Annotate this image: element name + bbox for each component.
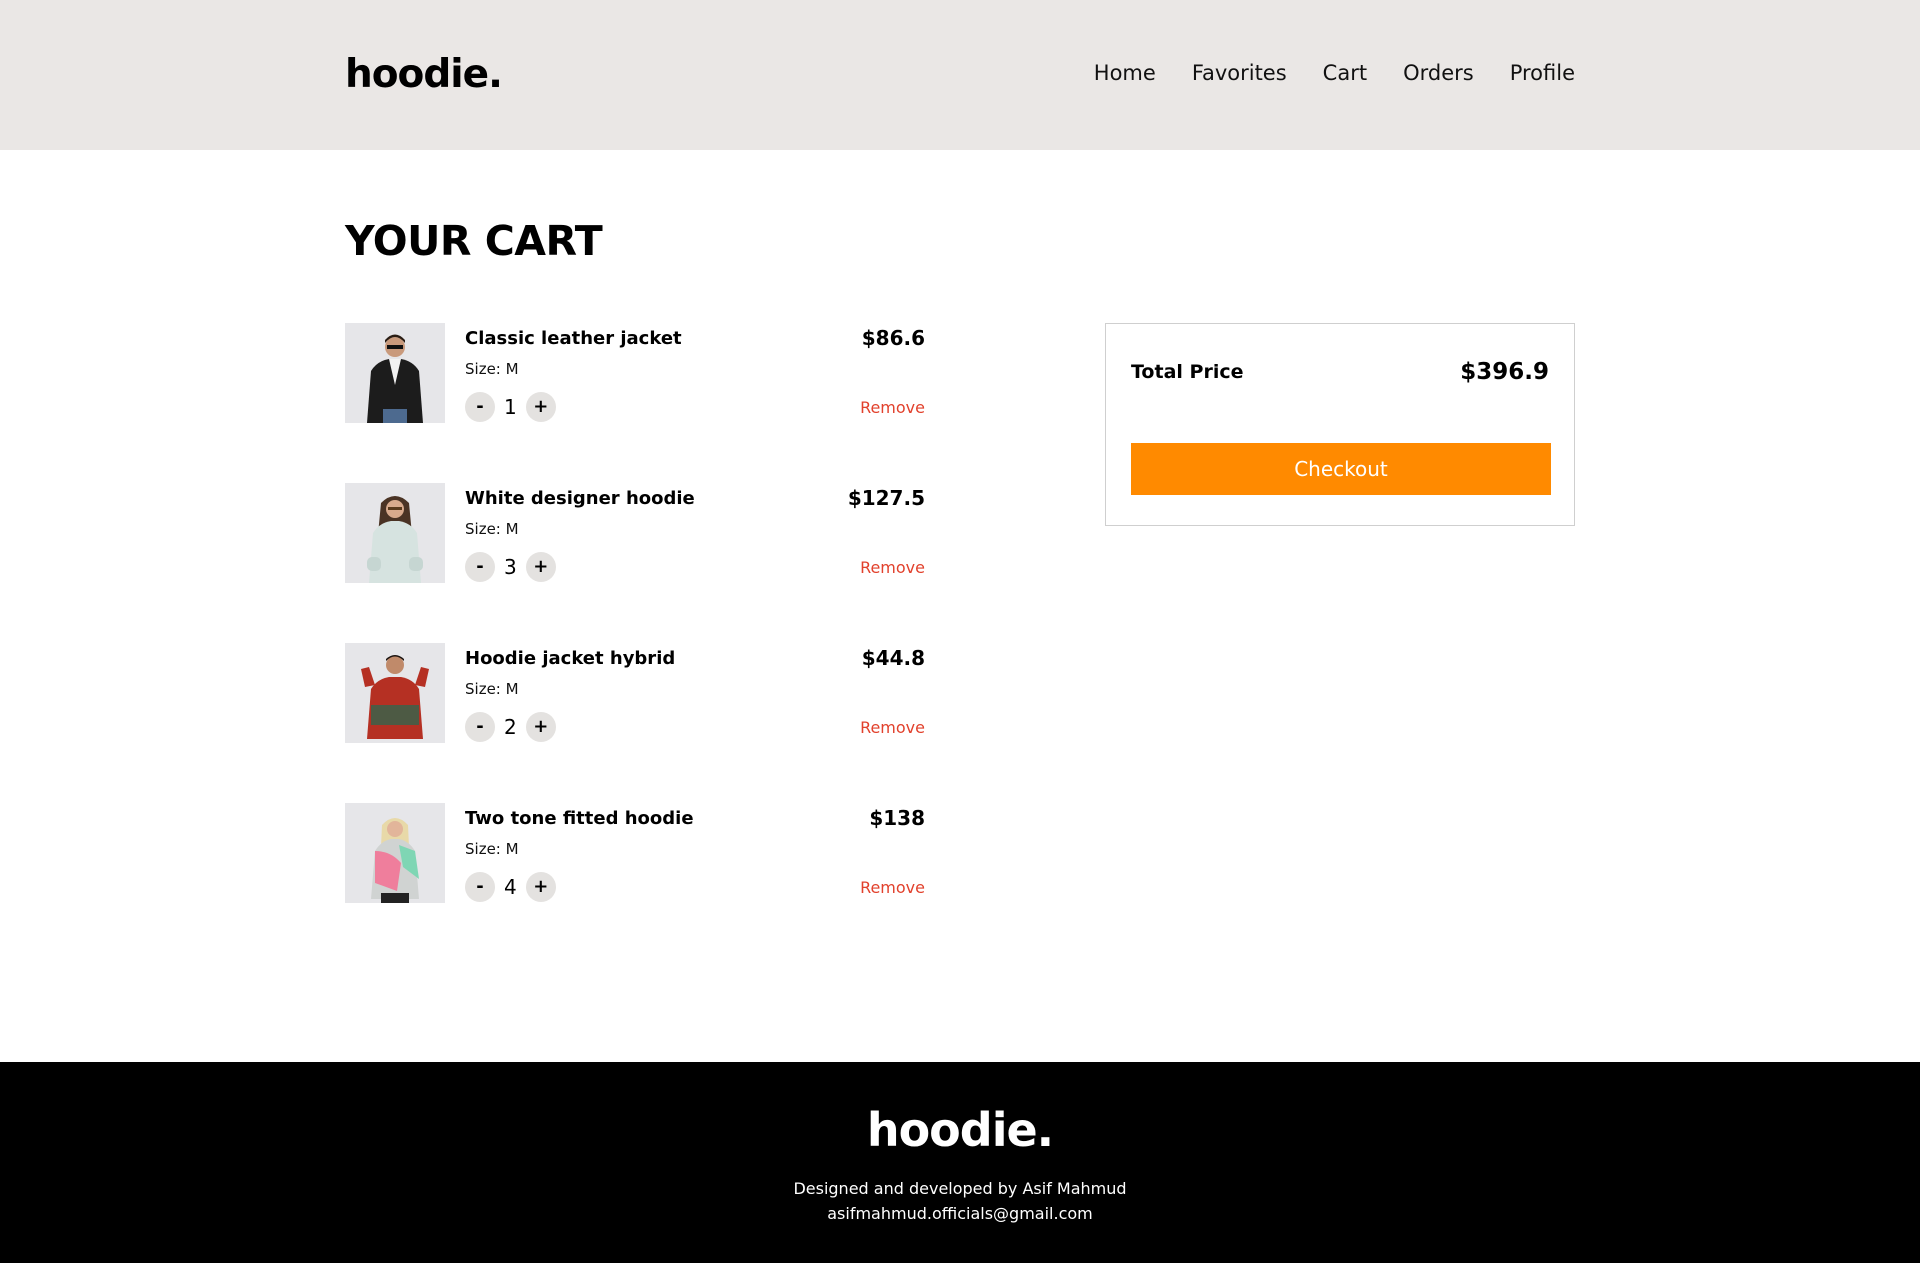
total-price-value: $396.9 xyxy=(1460,359,1549,385)
item-size: Size: M xyxy=(465,360,519,378)
product-image[interactable] xyxy=(345,483,445,583)
quantity-stepper: - 2 + xyxy=(465,712,556,742)
cart-item: White designer hoodie Size: M - 3 + $127… xyxy=(345,483,925,583)
remove-item-link[interactable]: Remove xyxy=(860,397,925,419)
nav-favorites[interactable]: Favorites xyxy=(1192,58,1287,88)
decrease-qty-button[interactable]: - xyxy=(465,712,495,742)
footer-credit: Designed and developed by Asif Mahmud xyxy=(793,1179,1127,1198)
decrease-qty-button[interactable]: - xyxy=(465,872,495,902)
nav-profile[interactable]: Profile xyxy=(1510,58,1575,88)
main-nav: Home Favorites Cart Orders Profile xyxy=(1094,58,1575,88)
quantity-value: 4 xyxy=(504,875,517,899)
item-price: $86.6 xyxy=(861,326,925,350)
item-price: $44.8 xyxy=(861,646,925,670)
nav-cart[interactable]: Cart xyxy=(1323,58,1367,88)
cart-item: Classic leather jacket Size: M - 1 + $86… xyxy=(345,323,925,423)
increase-qty-button[interactable]: + xyxy=(525,712,556,742)
item-name: White designer hoodie xyxy=(465,488,695,509)
cart-item: Two tone fitted hoodie Size: M - 4 + $13… xyxy=(345,803,925,903)
page-title: YOUR CART xyxy=(345,217,603,265)
site-logo[interactable]: hoodie. xyxy=(345,50,503,100)
total-price-label: Total Price xyxy=(1131,361,1244,383)
footer-email: asifmahmud.officials@gmail.com xyxy=(827,1204,1093,1223)
product-image[interactable] xyxy=(345,803,445,903)
decrease-qty-button[interactable]: - xyxy=(465,552,495,582)
remove-item-link[interactable]: Remove xyxy=(860,717,925,739)
item-size: Size: M xyxy=(465,840,519,858)
quantity-stepper: - 1 + xyxy=(465,392,556,422)
quantity-value: 1 xyxy=(504,395,517,419)
item-price: $138 xyxy=(869,806,925,830)
item-name: Classic leather jacket xyxy=(465,328,682,349)
remove-item-link[interactable]: Remove xyxy=(860,877,925,899)
site-footer: hoodie. Designed and developed by Asif M… xyxy=(0,1062,1920,1263)
footer-logo: hoodie. xyxy=(866,1103,1054,1157)
item-name: Two tone fitted hoodie xyxy=(465,808,694,829)
increase-qty-button[interactable]: + xyxy=(525,872,556,902)
increase-qty-button[interactable]: + xyxy=(525,552,556,582)
item-price: $127.5 xyxy=(847,486,925,510)
increase-qty-button[interactable]: + xyxy=(525,392,556,422)
site-header: hoodie. Home Favorites Cart Orders Profi… xyxy=(0,0,1920,150)
order-summary: Total Price $396.9 Checkout xyxy=(1105,323,1575,526)
product-image[interactable] xyxy=(345,643,445,743)
decrease-qty-button[interactable]: - xyxy=(465,392,495,422)
nav-home[interactable]: Home xyxy=(1094,58,1156,88)
quantity-stepper: - 4 + xyxy=(465,872,556,902)
item-size: Size: M xyxy=(465,520,519,538)
cart-item: Hoodie jacket hybrid Size: M - 2 + $44.8… xyxy=(345,643,925,743)
product-image[interactable] xyxy=(345,323,445,423)
item-name: Hoodie jacket hybrid xyxy=(465,648,676,669)
checkout-button[interactable]: Checkout xyxy=(1131,443,1551,495)
remove-item-link[interactable]: Remove xyxy=(860,557,925,579)
quantity-value: 3 xyxy=(504,555,517,579)
quantity-stepper: - 3 + xyxy=(465,552,556,582)
item-size: Size: M xyxy=(465,680,519,698)
quantity-value: 2 xyxy=(504,715,517,739)
nav-orders[interactable]: Orders xyxy=(1403,58,1474,88)
